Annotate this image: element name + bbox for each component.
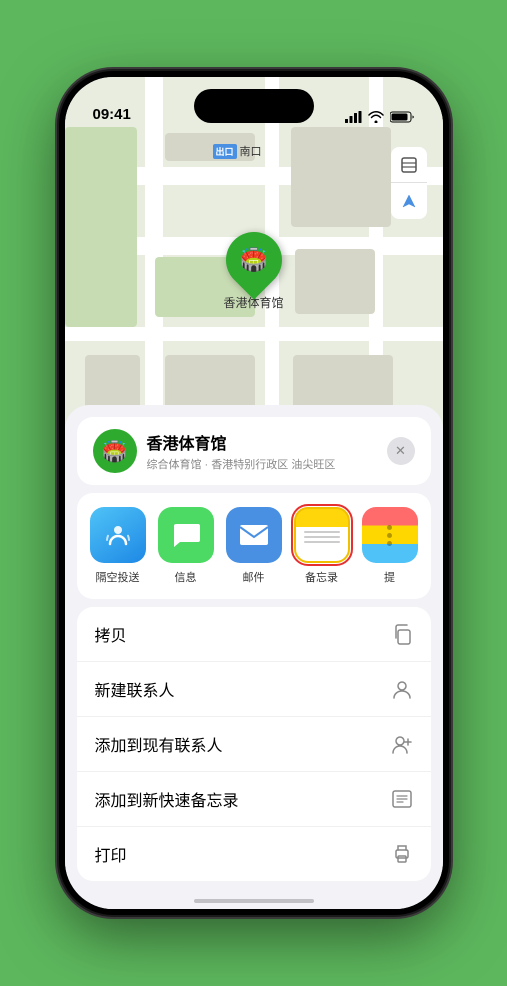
action-print[interactable]: 打印 bbox=[77, 827, 431, 881]
location-card: 🏟️ 香港体育馆 综合体育馆 · 香港特别行政区 油尖旺区 ✕ bbox=[77, 417, 431, 485]
mail-label: 邮件 bbox=[243, 569, 265, 585]
action-copy[interactable]: 拷贝 bbox=[77, 607, 431, 662]
battery-icon bbox=[390, 111, 415, 123]
map-location-button[interactable] bbox=[391, 183, 427, 219]
print-icon bbox=[391, 843, 413, 865]
add-contact-icon bbox=[391, 733, 413, 755]
share-item-airdrop[interactable]: 隔空投送 bbox=[87, 507, 149, 585]
map-label-badge: 出口 bbox=[213, 144, 237, 159]
bottom-sheet: 🏟️ 香港体育馆 综合体育馆 · 香港特别行政区 油尖旺区 ✕ bbox=[65, 405, 443, 909]
close-button[interactable]: ✕ bbox=[387, 437, 415, 465]
more-label: 提 bbox=[384, 569, 395, 585]
share-item-notes[interactable]: 备忘录 bbox=[291, 507, 353, 585]
action-print-label: 打印 bbox=[95, 842, 127, 866]
close-icon: ✕ bbox=[395, 443, 406, 459]
share-row: 隔空投送 信息 bbox=[77, 493, 431, 599]
quick-note-icon bbox=[391, 788, 413, 810]
share-item-message[interactable]: 信息 bbox=[155, 507, 217, 585]
road-h3 bbox=[65, 327, 443, 341]
location-name: 香港体育馆 bbox=[147, 430, 336, 454]
note-line-1 bbox=[304, 531, 340, 533]
status-time: 09:41 bbox=[93, 106, 131, 125]
stadium-marker[interactable]: 🏟️ 香港体育馆 bbox=[223, 232, 283, 311]
action-new-contact-label: 新建联系人 bbox=[95, 677, 175, 701]
note-line-3 bbox=[304, 541, 340, 543]
phone-frame: 09:41 bbox=[59, 71, 449, 915]
location-arrow-icon bbox=[401, 193, 417, 209]
map-green2 bbox=[65, 127, 137, 327]
map-block2 bbox=[291, 127, 391, 227]
location-subtitle: 综合体育馆 · 香港特别行政区 油尖旺区 bbox=[147, 456, 336, 472]
map-layers-button[interactable] bbox=[391, 147, 427, 183]
action-quick-note-label: 添加到新快速备忘录 bbox=[95, 787, 239, 811]
note-line-2 bbox=[304, 536, 340, 538]
action-add-contact-label: 添加到现有联系人 bbox=[95, 732, 223, 756]
status-icons bbox=[345, 111, 415, 125]
home-indicator bbox=[194, 899, 314, 903]
map-layers-icon bbox=[400, 156, 418, 174]
action-quick-note[interactable]: 添加到新快速备忘录 bbox=[77, 772, 431, 827]
notes-icon-box bbox=[294, 507, 350, 563]
location-info: 🏟️ 香港体育馆 综合体育馆 · 香港特别行政区 油尖旺区 bbox=[93, 429, 336, 473]
share-item-more[interactable]: 提 bbox=[359, 507, 421, 585]
notes-lines bbox=[304, 531, 340, 543]
message-label: 信息 bbox=[175, 569, 197, 585]
share-item-mail[interactable]: 邮件 bbox=[223, 507, 285, 585]
copy-icon bbox=[391, 623, 413, 645]
phone-screen: 09:41 bbox=[65, 77, 443, 909]
message-icon bbox=[170, 520, 202, 550]
more-icon-box bbox=[362, 507, 418, 563]
airdrop-icon-box bbox=[90, 507, 146, 563]
action-list: 拷贝 新建联系人 添加到现有联系人 bbox=[77, 607, 431, 881]
map-block3 bbox=[295, 249, 375, 314]
mail-icon-box bbox=[226, 507, 282, 563]
action-new-contact[interactable]: 新建联系人 bbox=[77, 662, 431, 717]
stadium-icon: 🏟️ bbox=[240, 247, 267, 273]
airdrop-label: 隔空投送 bbox=[96, 569, 140, 585]
new-contact-icon bbox=[391, 678, 413, 700]
message-icon-box bbox=[158, 507, 214, 563]
action-add-contact[interactable]: 添加到现有联系人 bbox=[77, 717, 431, 772]
marker-pin: 🏟️ bbox=[214, 220, 293, 299]
mail-icon bbox=[238, 523, 270, 547]
signal-icon bbox=[345, 111, 362, 123]
location-text-group: 香港体育馆 综合体育馆 · 香港特别行政区 油尖旺区 bbox=[147, 430, 336, 472]
airdrop-icon bbox=[103, 520, 133, 550]
location-icon: 🏟️ bbox=[93, 429, 137, 473]
dynamic-island bbox=[194, 89, 314, 123]
wifi-icon bbox=[368, 111, 384, 123]
notes-label: 备忘录 bbox=[305, 569, 338, 585]
map-label: 出口 南口 bbox=[213, 143, 262, 159]
map-controls bbox=[391, 147, 427, 219]
map-label-text: 南口 bbox=[240, 143, 262, 159]
action-copy-label: 拷贝 bbox=[95, 622, 127, 646]
